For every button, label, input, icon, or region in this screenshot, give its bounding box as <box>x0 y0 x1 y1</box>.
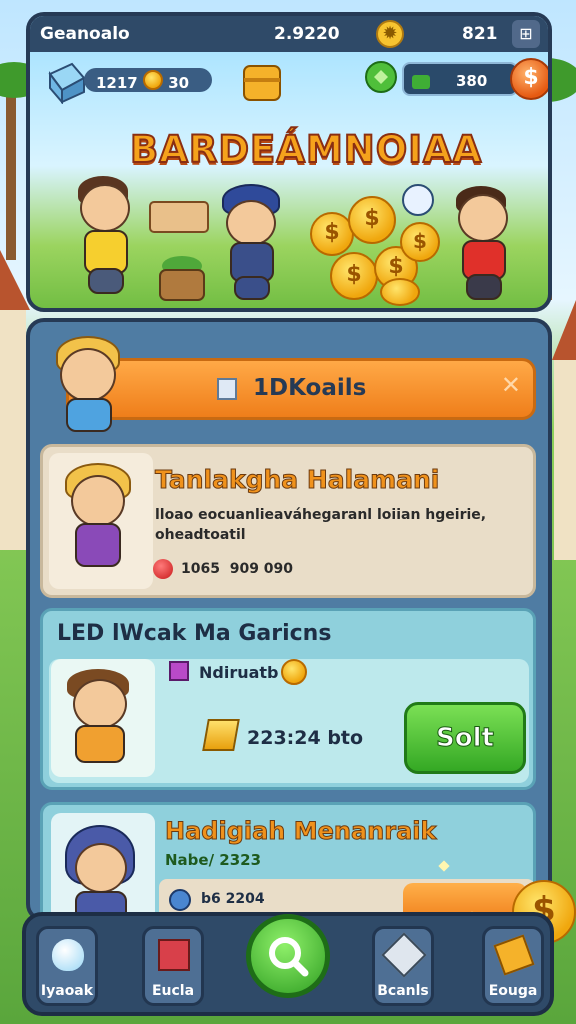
search-button[interactable] <box>246 914 330 998</box>
right-counter-pill: 380 <box>402 62 518 96</box>
red-gem-icon <box>153 559 173 579</box>
quest-card-1[interactable]: Tanlakgha Halamani lloao eocuanlieaváheg… <box>40 444 536 598</box>
nav-label: Iyaoak <box>40 983 94 999</box>
card2-title: LED lWcak Ma Garicns <box>57 621 332 646</box>
banner-kid-avatar <box>48 336 132 432</box>
card2-amount: 223:24 bto <box>247 727 364 749</box>
nav-item-bcanls[interactable]: Bcanls <box>372 926 434 1006</box>
card2-avatar <box>51 659 155 777</box>
coin-icon: $ <box>348 196 396 244</box>
gift-box-icon <box>158 939 190 971</box>
kid-blue-cap <box>216 184 296 306</box>
speech-bubble-icon <box>402 184 434 216</box>
banner-label: 1DKoails <box>253 375 367 401</box>
solt-button[interactable]: Solt <box>404 702 526 774</box>
dollar-coin-icon[interactable]: $ <box>510 58 548 100</box>
card3-value: b6 2204 <box>201 891 265 907</box>
header-frame: Geanoalo 2.9220 ✹ 821 ⊞ 1217 30 380 $ BA… <box>26 12 552 312</box>
kid-yellow-shirt <box>70 176 150 306</box>
plant-basket-icon <box>159 256 205 301</box>
left-counter-pill: 1217 30 <box>84 68 212 92</box>
blue-badge-icon <box>169 889 191 911</box>
left-coin-value: 30 <box>168 74 190 92</box>
search-icon <box>269 937 309 977</box>
card1-stats: 1065 909 090 <box>181 561 294 577</box>
left-counter: 1217 <box>96 74 138 92</box>
nav-label: Eucla <box>151 983 195 999</box>
cube-icon <box>217 378 237 400</box>
gold-bar-icon <box>202 719 240 751</box>
nav-item-eucla[interactable]: Eucla <box>142 926 204 1006</box>
house-right-icon <box>552 300 576 560</box>
nav-label: Eouga <box>488 983 538 999</box>
banner-button[interactable]: 1DKoails ✕ <box>66 358 536 420</box>
card3-sub: Nabe/ 2323 <box>165 851 262 869</box>
ticket-icon <box>493 934 535 976</box>
purple-cube-icon <box>169 661 189 681</box>
right-counter: 380 <box>456 72 488 90</box>
card1-desc-line1: lloao eocuanlieaváhegaranl loiian hgeiri… <box>155 507 487 523</box>
kid-purple-shirt <box>61 463 141 583</box>
kid-red-shirt <box>448 186 528 306</box>
card1-avatar <box>49 453 153 589</box>
cash-icon <box>412 74 430 89</box>
nav-item-eouga[interactable]: Eouga <box>482 926 544 1006</box>
player-name: Geanoalo <box>40 24 130 44</box>
card1-title: Tanlakgha Halamani <box>154 465 440 495</box>
card3-title: Hadigiah Menanraik <box>164 817 437 846</box>
coin-icon <box>142 70 163 90</box>
top-bar: Geanoalo 2.9220 ✹ 821 ⊞ <box>30 16 548 52</box>
close-icon[interactable]: ✕ <box>501 371 521 399</box>
green-gem-icon <box>365 61 397 93</box>
card1-desc-line2: oheadtoatil <box>155 527 246 543</box>
game-title: BARDEÁMNOIAA <box>129 127 483 172</box>
pin-icon <box>381 932 427 978</box>
center-value: 2.9220 <box>274 24 340 44</box>
coin-icon: $ <box>330 252 378 300</box>
menu-icon[interactable]: ⊞ <box>512 20 540 48</box>
crystal-block-icon <box>48 62 86 104</box>
gear-icon[interactable]: ✹ <box>376 20 404 48</box>
wooden-sign-icon <box>149 201 209 233</box>
coin-icon: $ <box>400 222 440 262</box>
nav-label: Bcanls <box>377 983 429 999</box>
card2-sub: Ndiruatb <box>199 663 279 682</box>
egg-icon <box>52 939 84 971</box>
kid-bear-hat <box>63 669 143 769</box>
coin-icon <box>281 659 307 685</box>
score-value: 821 <box>462 24 498 44</box>
coin-icon <box>380 278 420 306</box>
nav-item-iyaoak[interactable]: Iyaoak <box>36 926 98 1006</box>
treasure-chest-icon <box>243 65 281 101</box>
